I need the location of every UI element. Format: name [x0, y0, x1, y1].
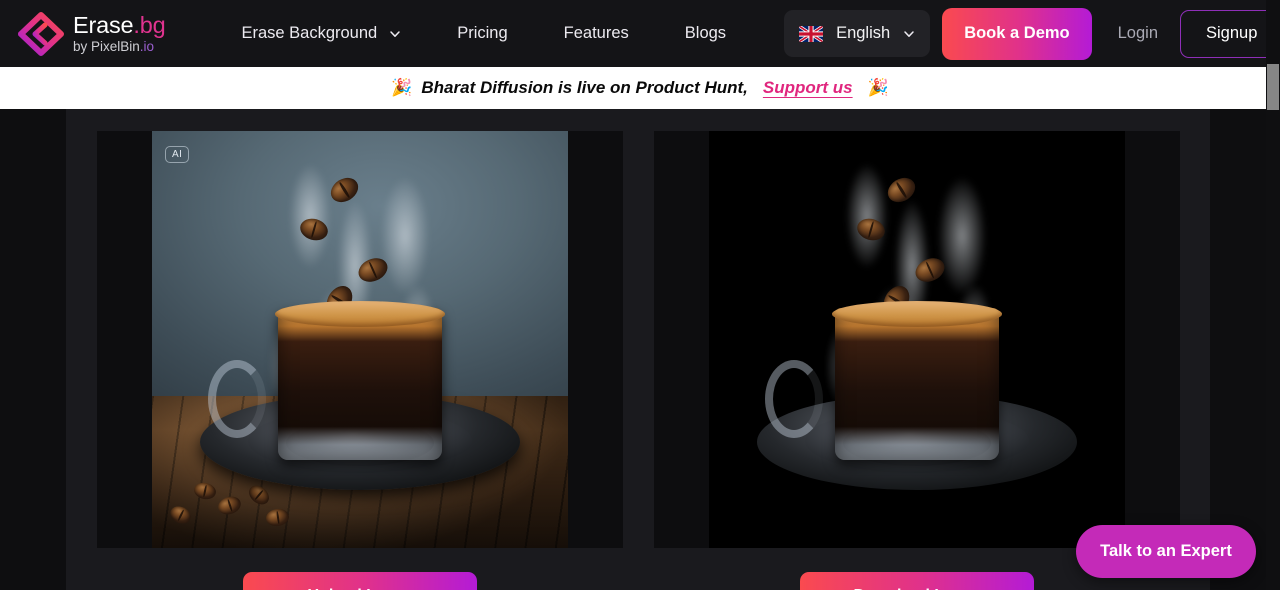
result-image-card	[654, 131, 1180, 548]
page-scrollbar[interactable]	[1266, 0, 1280, 590]
language-label: English	[836, 24, 891, 42]
banner-support-link[interactable]: Support us	[763, 78, 853, 98]
nav-item-pricing[interactable]: Pricing	[457, 24, 507, 43]
espresso-cup	[275, 301, 445, 460]
nav-item-label: Erase Background	[241, 24, 378, 42]
image-comparison-cards: AI	[97, 131, 1180, 548]
nav-item-blogs[interactable]: Blogs	[685, 24, 726, 43]
brand-logo-link[interactable]: Erase.bg by PixelBin.io	[18, 11, 166, 56]
scrollbar-thumb[interactable]	[1267, 64, 1279, 110]
talk-to-an-expert-button[interactable]: Talk to an Expert	[1076, 525, 1256, 578]
main-nav: Erase Background Pricing Features Blogs	[241, 24, 726, 43]
party-popper-icon: 🎉	[867, 78, 889, 97]
page-root: Erase.bg by PixelBin.io Erase Background…	[0, 0, 1280, 590]
brand-text: Erase.bg by PixelBin.io	[73, 11, 166, 54]
cup-handle	[765, 360, 823, 438]
card-action-row: Upload Image Download Image	[97, 572, 1180, 590]
original-action-slot: Upload Image	[97, 572, 623, 590]
espresso-cup	[832, 301, 1002, 460]
result-artwork	[709, 131, 1125, 548]
main-stage: AI	[0, 109, 1280, 590]
nav-item-label: Features	[563, 24, 629, 42]
erasebg-diamond-logo-icon	[18, 11, 64, 56]
brand-byline: by PixelBin.io	[73, 39, 155, 54]
uk-flag-icon	[799, 25, 824, 42]
chevron-down-icon	[904, 30, 914, 37]
signup-button[interactable]: Signup	[1180, 9, 1280, 58]
nav-item-erase-background[interactable]: Erase Background	[241, 24, 401, 43]
party-popper-icon: 🎉	[391, 78, 413, 97]
download-image-button[interactable]: Download Image	[800, 572, 1034, 590]
brand-title-suffix: .bg	[133, 11, 166, 38]
brand-byline-suffix: .io	[139, 39, 155, 54]
ai-badge: AI	[165, 146, 190, 163]
nav-item-features[interactable]: Features	[564, 24, 629, 43]
upload-image-button[interactable]: Upload Image	[243, 572, 477, 590]
language-selector[interactable]: English	[784, 10, 931, 57]
banner-text: Bharat Diffusion is live on Product Hunt…	[421, 78, 748, 97]
announcement-banner: 🎉 Bharat Diffusion is live on Product Hu…	[0, 67, 1280, 109]
nav-item-label: Blogs	[684, 24, 727, 42]
chevron-down-icon	[390, 30, 400, 37]
original-image[interactable]: AI	[152, 131, 568, 548]
site-header: Erase.bg by PixelBin.io Erase Background…	[0, 0, 1280, 67]
cup-handle	[208, 360, 266, 438]
login-button[interactable]: Login	[1118, 24, 1158, 43]
book-a-demo-button[interactable]: Book a Demo	[942, 7, 1092, 60]
nav-item-label: Pricing	[457, 24, 508, 42]
result-image[interactable]	[709, 131, 1125, 548]
original-artwork	[152, 131, 568, 548]
original-image-card: AI	[97, 131, 623, 548]
brand-title: Erase.bg	[73, 11, 166, 38]
